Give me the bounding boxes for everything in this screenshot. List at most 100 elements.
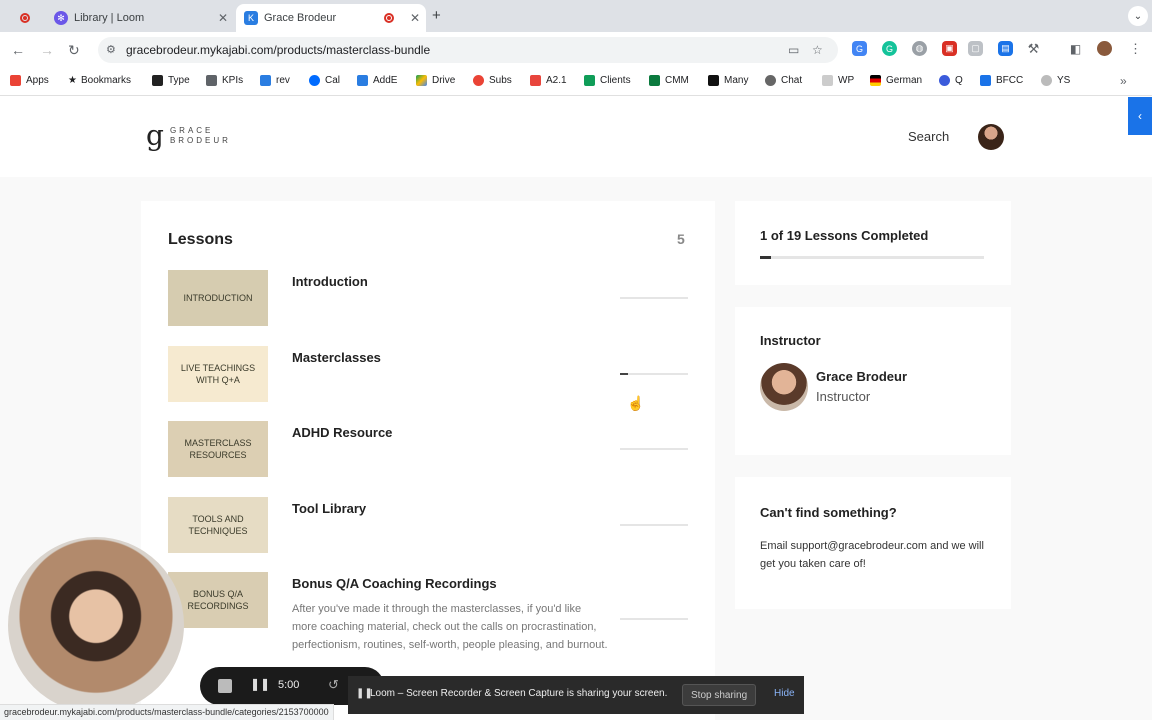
cmm-icon: [649, 75, 660, 86]
bookmark-type[interactable]: Type: [152, 75, 190, 86]
menu-kebab-icon[interactable]: ⋮: [1128, 41, 1143, 56]
webcam-bubble[interactable]: [8, 537, 184, 713]
close-tab-icon[interactable]: ✕: [410, 11, 420, 25]
manychat-icon: [708, 75, 719, 86]
stop-recording-button[interactable]: [218, 679, 232, 693]
bookmark-star-icon[interactable]: ☆: [812, 43, 823, 57]
restart-icon[interactable]: ↺: [328, 677, 339, 693]
tab-loom-library[interactable]: ✻ Library | Loom ✕: [46, 4, 234, 32]
lessons-count: 5: [677, 231, 685, 247]
stop-sharing-button[interactable]: Stop sharing: [682, 684, 757, 706]
gray-extension-icon[interactable]: ▢: [968, 41, 983, 56]
bfcc-icon: [980, 75, 991, 86]
site-info-icon[interactable]: ⚙: [106, 43, 116, 56]
translate-extension-icon[interactable]: G: [852, 41, 867, 56]
bookmark-bookmarks[interactable]: ★ Bookmarks: [68, 75, 131, 86]
address-bar[interactable]: ⚙ gracebrodeur.mykajabi.com/products/mas…: [98, 37, 838, 63]
lesson-title[interactable]: Bonus Q/A Coaching Recordings: [292, 576, 497, 591]
lesson-thumbnail[interactable]: TOOLS AND TECHNIQUES: [168, 497, 268, 553]
bookmark-chat[interactable]: Chat: [765, 75, 802, 86]
completion-text: 1 of 19 Lessons Completed: [760, 228, 929, 243]
lesson-progress-bar: [620, 297, 688, 299]
globe-extension-icon[interactable]: ◍: [912, 41, 927, 56]
site-header: g GRACE BRODEUR Search ‹: [0, 97, 1152, 177]
lesson-progress-bar: [620, 373, 688, 375]
lesson-title[interactable]: Masterclasses: [292, 350, 381, 365]
bookmark-drive[interactable]: Drive: [416, 75, 455, 86]
recording-indicator-icon: [20, 10, 30, 28]
q-icon: [939, 75, 950, 86]
bookmark-many[interactable]: Many: [708, 75, 748, 86]
bookmark-cmm[interactable]: CMM: [649, 75, 689, 86]
logo-wordmark: GRACE BRODEUR: [169, 126, 231, 145]
lesson-title[interactable]: Introduction: [292, 274, 368, 289]
tab-title: Library | Loom: [74, 12, 145, 24]
lesson-title[interactable]: Tool Library: [292, 501, 366, 516]
status-url-bubble: gracebrodeur.mykajabi.com/products/maste…: [0, 704, 334, 720]
loom-extension-icon[interactable]: ▣: [942, 41, 957, 56]
forward-icon[interactable]: →: [40, 42, 54, 58]
close-tab-icon[interactable]: ✕: [218, 11, 228, 25]
lesson-progress-bar: [620, 618, 688, 620]
collapse-panel-chevron-icon[interactable]: ‹: [1128, 97, 1152, 135]
star-icon: ★: [68, 75, 77, 86]
lesson-thumbnail[interactable]: INTRODUCTION: [168, 270, 268, 326]
instructor-heading: Instructor: [760, 333, 821, 348]
hide-button[interactable]: Hide: [774, 688, 795, 699]
lessons-card: Lessons 5 INTRODUCTION Introduction LIVE…: [141, 201, 715, 720]
bookmark-bfcc[interactable]: BFCC: [980, 75, 1023, 86]
tab-title: Grace Brodeur: [264, 12, 337, 24]
trello-extension-icon[interactable]: ▤: [998, 41, 1013, 56]
instructor-name: Grace Brodeur: [816, 369, 908, 384]
type-icon: [152, 75, 163, 86]
new-tab-icon[interactable]: +: [432, 7, 441, 24]
side-panel-icon[interactable]: ◧: [1068, 41, 1083, 56]
kajabi-icon: [260, 75, 271, 86]
drive-icon: [416, 75, 427, 86]
pause-icon[interactable]: ❚❚: [250, 677, 270, 691]
profile-avatar[interactable]: [1097, 41, 1112, 56]
extensions-puzzle-icon[interactable]: ⚒: [1026, 41, 1041, 56]
user-avatar[interactable]: [978, 124, 1004, 150]
bookmark-adde[interactable]: AddE: [357, 75, 397, 86]
tab-search-icon[interactable]: ⌄: [1128, 6, 1148, 26]
subs-icon: [473, 75, 484, 86]
bookmark-apps[interactable]: Apps: [10, 75, 49, 86]
cast-icon[interactable]: ▭: [788, 43, 799, 57]
bookmark-cal[interactable]: Cal: [309, 75, 340, 86]
bookmark-rev[interactable]: rev: [260, 75, 290, 86]
search-link[interactable]: Search: [908, 129, 949, 144]
kpis-icon: [206, 75, 217, 86]
grammarly-extension-icon[interactable]: G: [882, 41, 897, 56]
lesson-description: After you've made it through the masterc…: [292, 603, 608, 651]
completion-fill: [760, 256, 772, 259]
bookmark-subs[interactable]: Subs: [473, 75, 512, 86]
bookmark-clients[interactable]: Clients: [584, 75, 631, 86]
tab-strip: ✻ Library | Loom ✕ K Grace Brodeur ✕ + ⌄: [0, 0, 1152, 32]
screen-share-notice: ❚❚ Loom – Screen Recorder & Screen Captu…: [348, 676, 804, 714]
lesson-progress-bar: [620, 448, 688, 450]
tab-grace-brodeur[interactable]: K Grace Brodeur ✕: [236, 4, 426, 32]
bookmark-german[interactable]: German: [870, 75, 922, 86]
reload-icon[interactable]: ↻: [68, 42, 80, 59]
completion-card: 1 of 19 Lessons Completed: [735, 201, 1011, 285]
lesson-thumbnail[interactable]: LIVE TEACHINGS WITH Q+A: [168, 346, 268, 402]
lesson-thumbnail[interactable]: MASTERCLASS RESOURCES: [168, 421, 268, 477]
kajabi-favicon-icon: K: [244, 11, 258, 25]
back-icon[interactable]: ←: [11, 42, 25, 58]
more-bookmarks-icon[interactable]: »: [1120, 74, 1127, 88]
bookmark-ys[interactable]: YS: [1041, 75, 1070, 86]
bookmark-a21[interactable]: A2.1: [530, 75, 567, 86]
apps-grid-icon: [10, 75, 21, 86]
lesson-title[interactable]: ADHD Resource: [292, 425, 392, 440]
progress-fill: [620, 373, 629, 375]
help-card: Can't find something? Email support@grac…: [735, 477, 1011, 609]
browser-toolbar: ← → ↻ ⚙ gracebrodeur.mykajabi.com/produc…: [0, 32, 1152, 68]
site-logo[interactable]: g GRACE BRODEUR: [146, 121, 231, 151]
bookmark-wp[interactable]: WP: [822, 75, 854, 86]
sheets-icon: [584, 75, 595, 86]
a21-icon: [530, 75, 541, 86]
bookmark-kpis[interactable]: KPIs: [206, 75, 243, 86]
chatgpt-icon: [765, 75, 776, 86]
bookmark-q[interactable]: Q: [939, 75, 963, 86]
